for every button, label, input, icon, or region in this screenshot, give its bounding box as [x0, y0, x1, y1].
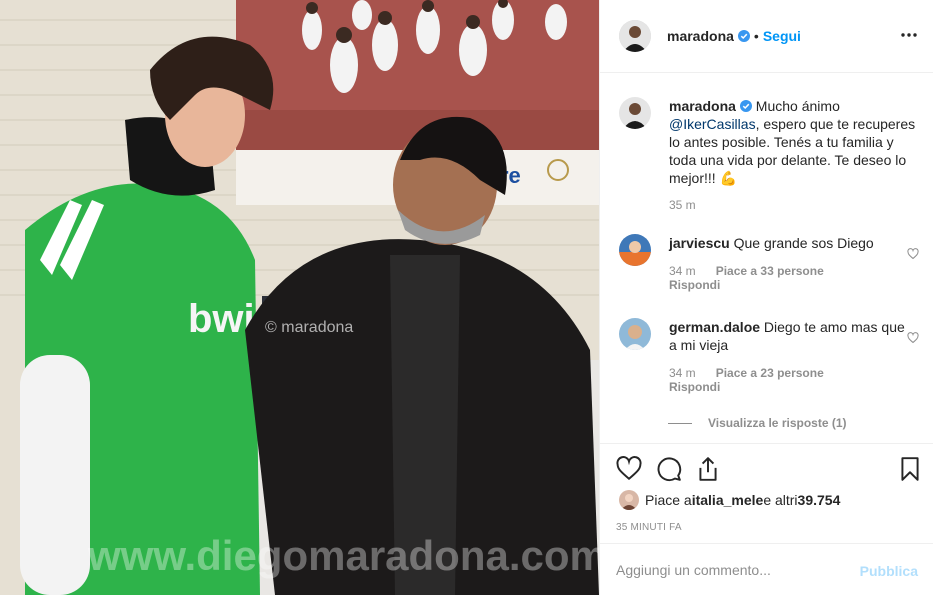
photo-illustration: re bwin © maradona www.diegomaradona.com [0, 0, 599, 595]
comment-likes-link[interactable]: Piace a 23 persone [716, 366, 824, 380]
likes-suffix: e altri [763, 492, 798, 508]
post-sidebar: maradona • Segui maradona Mucho ánimo @I… [599, 0, 933, 595]
caption-body: maradona Mucho ánimo @IkerCasillas, espe… [669, 97, 919, 212]
watermark-small: © maradona [265, 319, 353, 336]
comment-likes-link[interactable]: Piace a 33 persone [716, 264, 824, 278]
post-photo[interactable]: re bwin © maradona www.diegomaradona.com [0, 0, 599, 595]
caption-username[interactable]: maradona [669, 98, 736, 114]
avatar-image [619, 97, 651, 129]
commenter-avatar[interactable] [619, 234, 651, 266]
likes-prefix: Piace a [645, 492, 692, 508]
likes-summary[interactable]: Piace a italia_mele e altri 39.754 [619, 490, 840, 510]
avatar-image [619, 490, 639, 510]
comment-input[interactable] [616, 558, 856, 582]
watermark-large: www.diegomaradona.com [87, 532, 599, 579]
likes-count[interactable]: 39.754 [798, 492, 841, 508]
add-comment-bar: Pubblica [600, 543, 933, 595]
view-replies-button[interactable]: Visualizza le risposte (1) [668, 416, 847, 430]
bookmark-save-icon[interactable] [897, 456, 923, 482]
comment-username[interactable]: jarviescu [669, 235, 730, 251]
caption-mention-link[interactable]: @IkerCasillas [669, 116, 756, 132]
comment-body: german.daloe Diego te amo mas que a mi v… [669, 318, 907, 394]
caption-avatar[interactable] [619, 97, 651, 129]
avatar-image [619, 318, 651, 350]
avatar-image [619, 234, 651, 266]
commenter-avatar[interactable] [619, 318, 651, 350]
liker-avatar [619, 490, 639, 510]
verified-badge-icon [737, 30, 750, 42]
like-heart-icon[interactable] [616, 456, 642, 482]
avatar-image [619, 20, 651, 52]
flexed-biceps-emoji: 💪 [719, 170, 738, 186]
post-header: maradona • Segui [600, 0, 933, 73]
comment-meta: 34 m Piace a 33 persone [669, 264, 907, 278]
comment-time: 34 m [669, 366, 696, 380]
comment-meta: 34 m Piace a 23 persone [669, 366, 907, 380]
publish-button[interactable]: Pubblica [860, 563, 918, 579]
view-replies-label: Visualizza le risposte (1) [708, 416, 847, 430]
post-timestamp[interactable]: 35 MINUTI FA [616, 522, 682, 533]
caption-time: 35 m [669, 198, 696, 212]
liker-username[interactable]: italia_mele [692, 492, 764, 508]
comment-time: 34 m [669, 264, 696, 278]
comment-username[interactable]: german.daloe [669, 319, 760, 335]
comment-like-heart-icon[interactable] [907, 248, 919, 260]
share-icon[interactable] [695, 456, 721, 482]
comment-body: jarviescu Que grande sos Diego 34 m Piace… [669, 234, 907, 292]
more-options-icon[interactable] [900, 26, 918, 44]
reply-button[interactable]: Rispondi [669, 380, 907, 394]
caption-text-before: Mucho ánimo [751, 98, 840, 114]
post-actions: Piace a italia_mele e altri 39.754 35 MI… [600, 443, 933, 543]
header-avatar[interactable] [619, 20, 651, 52]
replies-divider-line [668, 422, 692, 424]
comment-bubble-icon[interactable] [656, 456, 682, 482]
comments-list[interactable]: maradona Mucho ánimo @IkerCasillas, espe… [600, 73, 933, 443]
header-username[interactable]: maradona [667, 28, 734, 44]
verified-badge-icon [739, 100, 752, 112]
follow-button[interactable]: Segui [763, 28, 801, 44]
header-separator: • [753, 28, 759, 44]
reply-button[interactable]: Rispondi [669, 278, 907, 292]
comment-like-heart-icon[interactable] [907, 332, 919, 344]
comment-text: Que grande sos Diego [729, 235, 874, 251]
